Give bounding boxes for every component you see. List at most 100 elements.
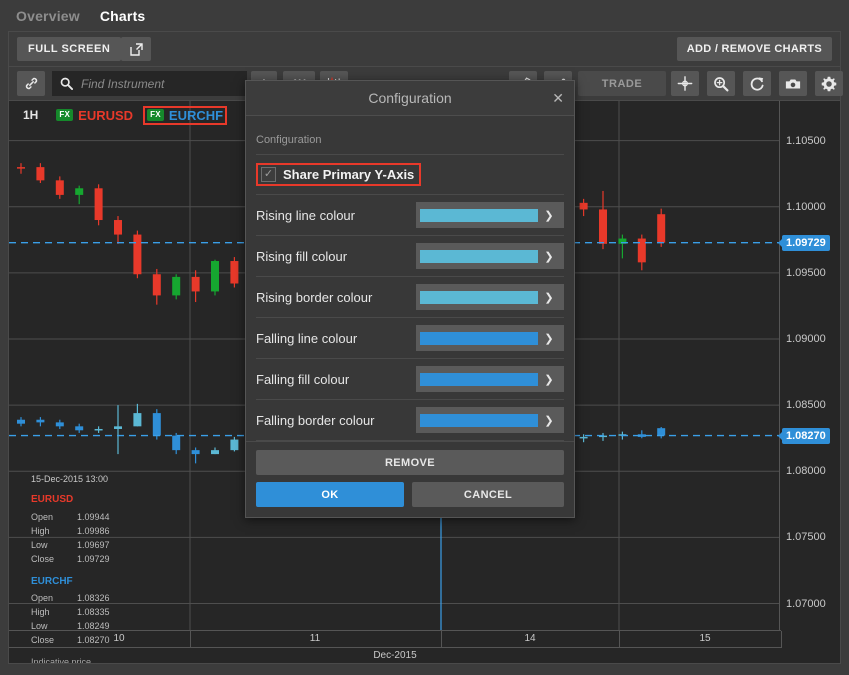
colour-picker-rising-fill[interactable]: ❯: [416, 243, 564, 269]
legend-row: Low 1.08249: [31, 620, 110, 634]
chevron-down-icon: ❯: [538, 209, 560, 222]
chart-info-legend: 15-Dec-2015 13:00 EURUSD Open 1.09944 Hi…: [31, 473, 110, 663]
colour-swatch: [420, 373, 538, 386]
colour-row-rising-border: Rising border colour ❯: [256, 277, 564, 318]
legend-value: 1.08326: [77, 592, 110, 606]
charts-application: Overview Charts FULL SCREEN ADD / REMOVE…: [0, 0, 849, 675]
price-axis[interactable]: 1.105001.100001.095001.090001.085001.080…: [779, 101, 840, 630]
current-price-tag: 1.09729: [782, 235, 830, 251]
legend-value: 1.08249: [77, 620, 110, 634]
chevron-down-icon: ❯: [538, 250, 560, 263]
instrument-tab-eurusd[interactable]: FX EURUSD: [52, 106, 137, 125]
time-axis-separator: [190, 631, 191, 648]
instrument-name-eurusd: EURUSD: [78, 108, 133, 123]
camera-icon: [785, 77, 801, 91]
legend-value: 1.09944: [77, 511, 110, 525]
app-tab-strip: Overview Charts: [0, 0, 849, 31]
link-button[interactable]: [17, 71, 45, 96]
time-axis-tick: 15: [699, 633, 710, 644]
legend-row: Low 1.09697: [31, 539, 110, 553]
colour-picker-rising-border[interactable]: ❯: [416, 284, 564, 310]
camera-button[interactable]: [779, 71, 807, 96]
popout-button[interactable]: [121, 37, 151, 61]
legend-timestamp: 15-Dec-2015 13:00: [31, 473, 110, 486]
colour-picker-falling-border[interactable]: ❯: [416, 407, 564, 433]
chevron-down-icon: ❯: [538, 332, 560, 345]
share-primary-y-axis-label: Share Primary Y-Axis: [283, 167, 414, 182]
legend-footnote: Indicative price: [31, 656, 110, 663]
zoom-icon: [713, 76, 729, 92]
instrument-tab-row: 1H FX EURUSD FX EURCHF: [9, 101, 233, 129]
colour-picker-falling-fill[interactable]: ❯: [416, 366, 564, 392]
legend-key: High: [31, 525, 77, 539]
chevron-down-icon: ❯: [538, 291, 560, 304]
time-axis-separator: [619, 631, 620, 648]
legend-ohlc-eurusd: Open 1.09944 High 1.09986 Low 1.09697 Cl…: [31, 511, 110, 567]
gear-button[interactable]: [815, 71, 843, 96]
colour-swatch: [420, 209, 538, 222]
price-axis-tick: 1.07500: [786, 531, 826, 543]
fx-badge-icon: FX: [147, 109, 164, 121]
time-axis-ticks: 10111415: [9, 631, 781, 648]
refresh-icon: [749, 76, 765, 92]
legend-instrument-eurusd: EURUSD: [31, 493, 110, 508]
colour-picker-rising-line[interactable]: ❯: [416, 202, 564, 228]
time-axis: 10111415 Dec-2015: [9, 630, 781, 663]
colour-row-falling-line: Falling line colour ❯: [256, 318, 564, 359]
colour-label: Falling line colour: [256, 331, 416, 346]
zoom-button[interactable]: [707, 71, 735, 96]
colour-row-rising-fill: Rising fill colour ❯: [256, 236, 564, 277]
share-primary-y-axis-row[interactable]: ✓ Share Primary Y-Axis: [256, 155, 564, 195]
crosshair-icon: [677, 75, 693, 92]
time-axis-tick: 11: [310, 633, 320, 644]
legend-key: Low: [31, 539, 77, 553]
cancel-button[interactable]: CANCEL: [412, 482, 564, 507]
legend-value: 1.09729: [77, 553, 110, 567]
dialog-title: Configuration: [368, 90, 451, 106]
instrument-name-eurchf: EURCHF: [169, 108, 223, 123]
colour-swatch: [420, 250, 538, 263]
chevron-down-icon: ❯: [538, 373, 560, 386]
share-primary-y-axis-checkbox[interactable]: ✓: [261, 167, 276, 182]
legend-row: Close 1.08270: [31, 634, 110, 648]
legend-ohlc-eurchf: Open 1.08326 High 1.08335 Low 1.08249 Cl…: [31, 592, 110, 648]
colour-swatch: [420, 332, 538, 345]
legend-value: 1.08270: [77, 634, 110, 648]
legend-instrument-eurchf: EURCHF: [31, 575, 110, 590]
refresh-button[interactable]: [743, 71, 771, 96]
dialog-section-label: Configuration: [256, 116, 564, 155]
trade-button[interactable]: TRADE: [578, 71, 666, 96]
full-screen-button[interactable]: FULL SCREEN: [17, 37, 121, 61]
colour-label: Falling fill colour: [256, 372, 416, 387]
add-remove-charts-button[interactable]: ADD / REMOVE CHARTS: [677, 37, 832, 61]
remove-button[interactable]: REMOVE: [256, 450, 564, 475]
colour-row-rising-line: Rising line colour ❯: [256, 195, 564, 236]
price-axis-tick: 1.10500: [786, 135, 826, 147]
dialog-footer: REMOVE OK CANCEL: [246, 441, 574, 517]
time-axis-separator: [781, 631, 782, 648]
price-axis-tick: 1.09500: [786, 267, 826, 279]
time-axis-tick: 10: [113, 633, 124, 644]
chevron-down-icon: ❯: [538, 414, 560, 427]
fx-badge-icon: FX: [56, 109, 73, 121]
share-primary-y-axis-highlight: ✓ Share Primary Y-Axis: [256, 163, 421, 186]
app-tab-charts[interactable]: Charts: [96, 8, 150, 24]
gear-icon: [821, 76, 837, 92]
instrument-tab-eurchf[interactable]: FX EURCHF: [143, 106, 227, 125]
dialog-title-bar: Configuration ✕: [246, 81, 574, 116]
instrument-search[interactable]: [52, 71, 247, 96]
colour-label: Falling border colour: [256, 413, 416, 428]
configuration-dialog[interactable]: Configuration ✕ Configuration ✓ Share Pr…: [245, 80, 575, 518]
popout-icon: [130, 43, 143, 56]
app-tab-overview[interactable]: Overview: [12, 8, 84, 24]
price-axis-tick: 1.08000: [786, 465, 826, 477]
ok-button[interactable]: OK: [256, 482, 404, 507]
crosshair-button[interactable]: [671, 71, 699, 96]
link-icon: [24, 76, 39, 91]
search-input[interactable]: [73, 76, 247, 92]
current-price-tag: 1.08270: [782, 428, 830, 444]
colour-picker-falling-line[interactable]: ❯: [416, 325, 564, 351]
legend-value: 1.09986: [77, 525, 110, 539]
close-icon[interactable]: ✕: [552, 91, 564, 105]
price-axis-tick: 1.09000: [786, 333, 826, 345]
